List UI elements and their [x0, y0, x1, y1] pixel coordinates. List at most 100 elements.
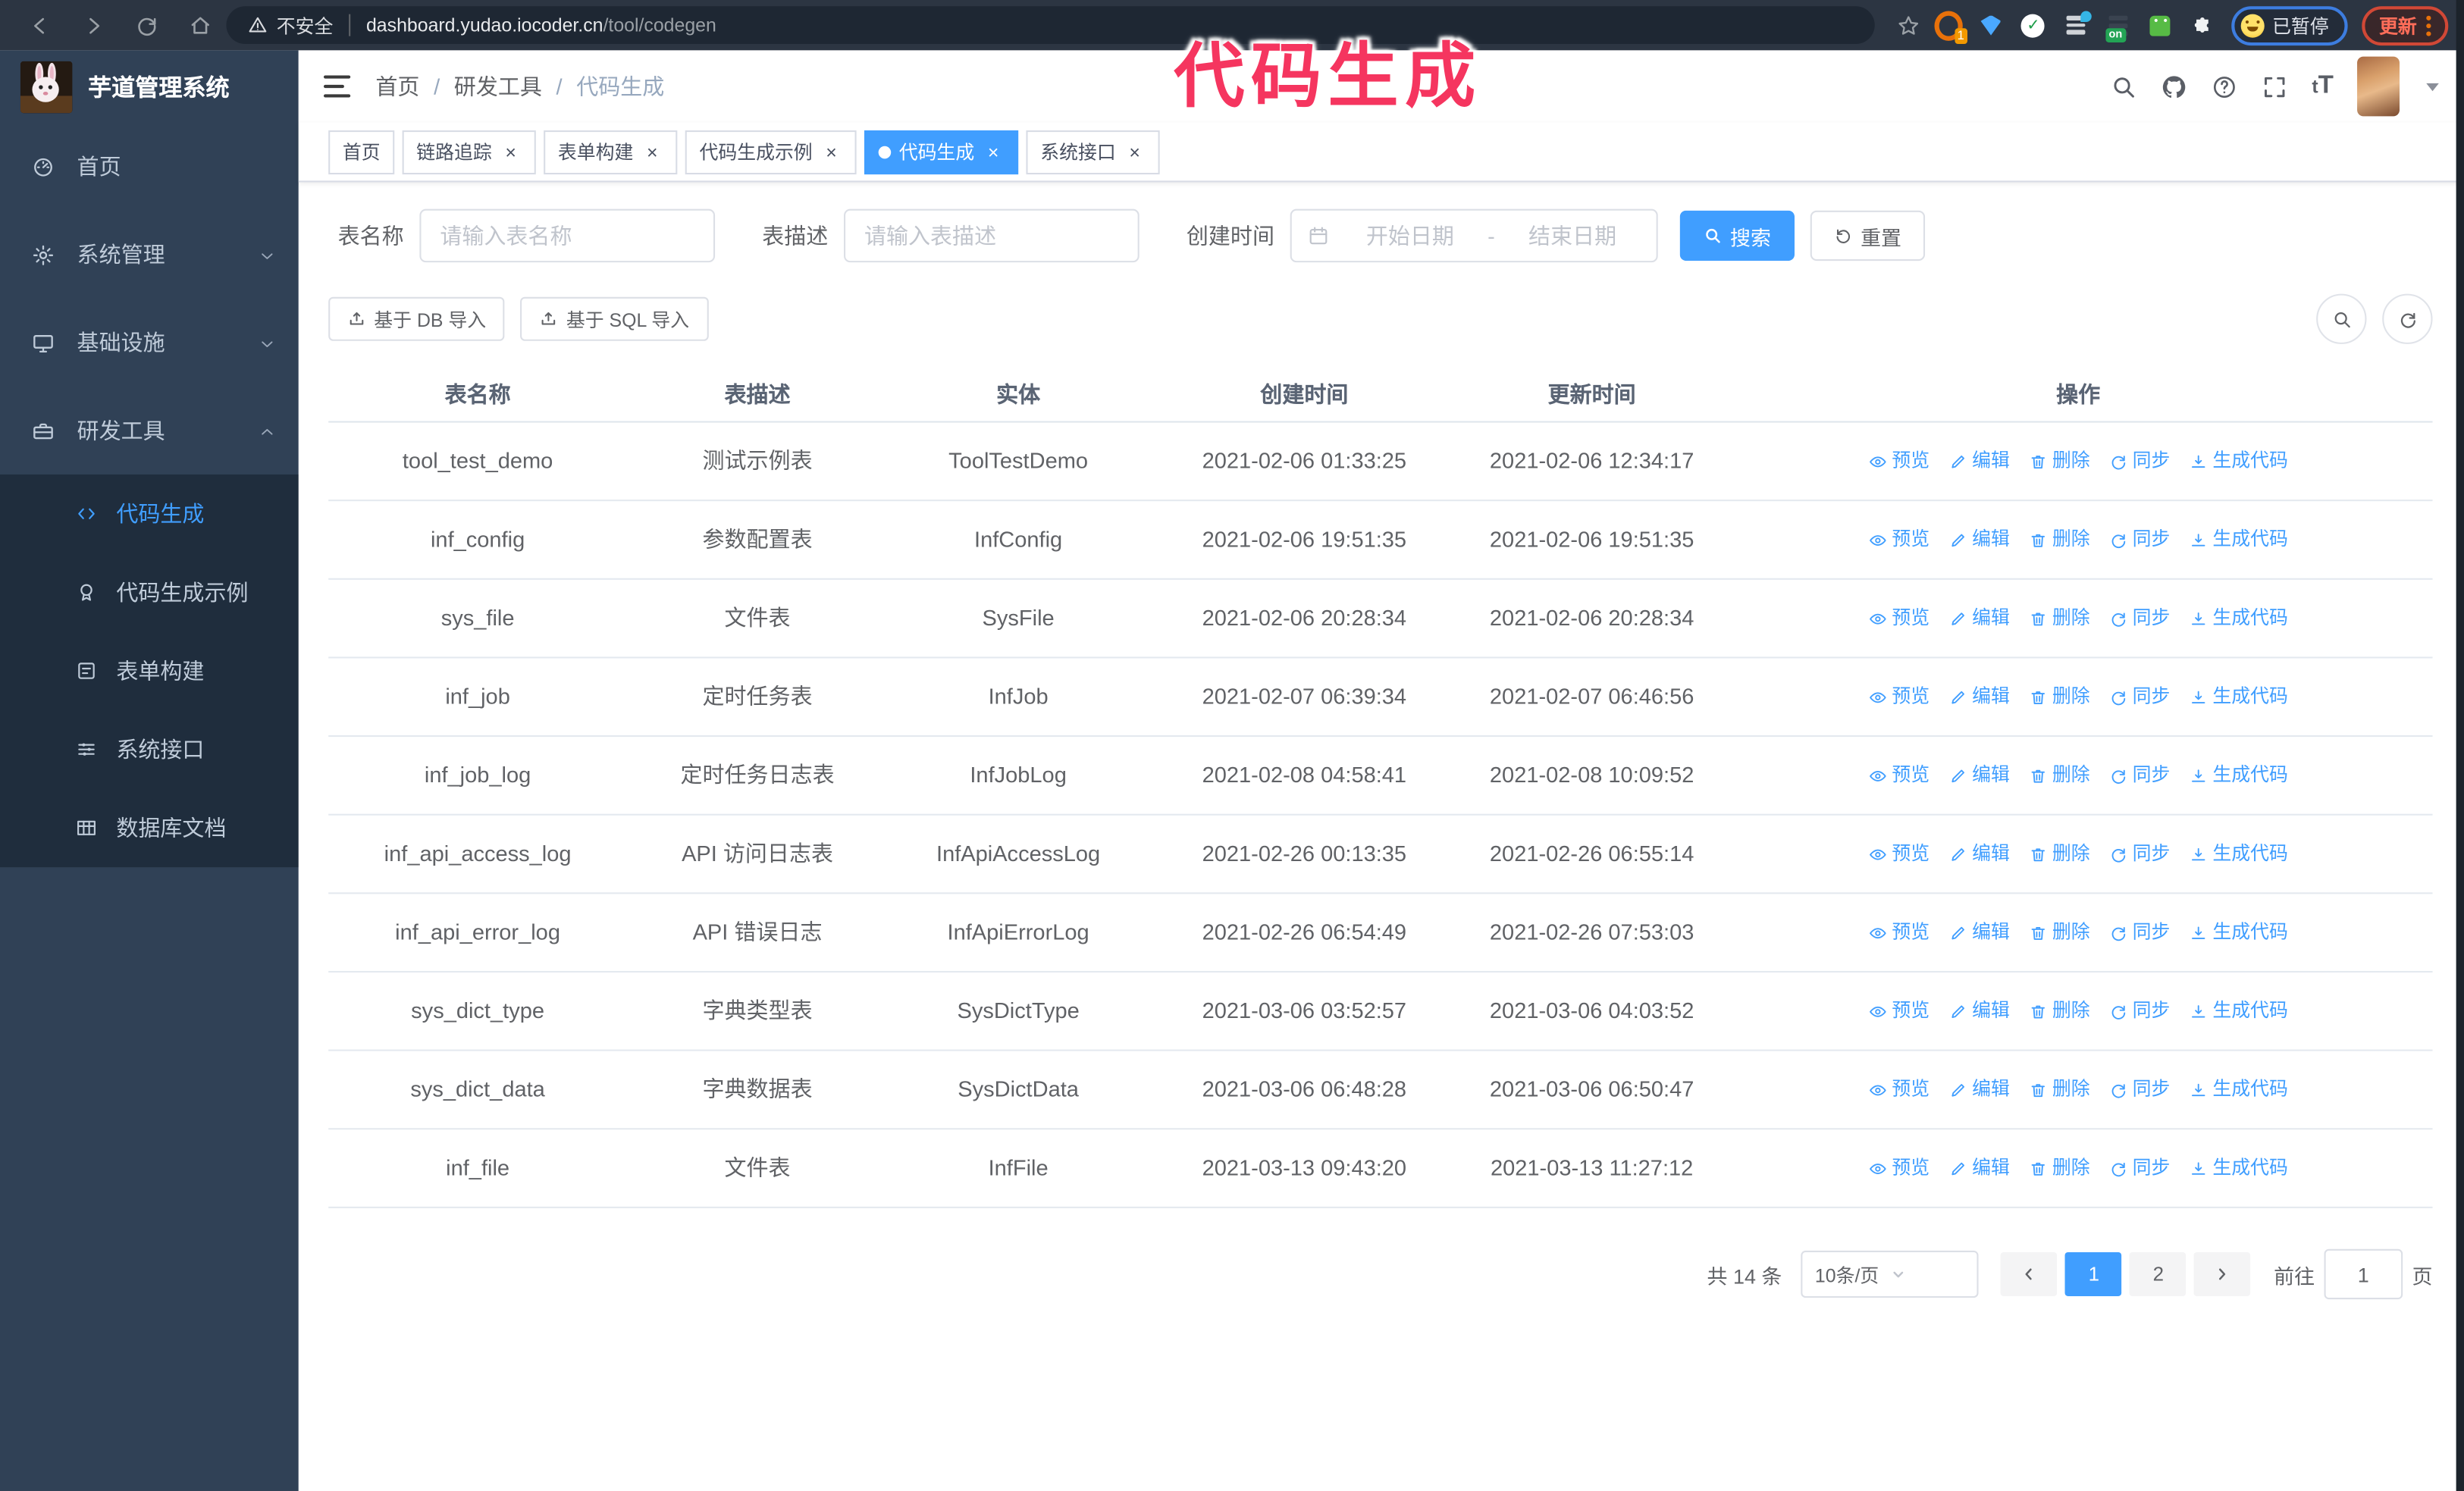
action-preview[interactable]: 预览 [1868, 1153, 1930, 1182]
action-edit[interactable]: 编辑 [1948, 760, 2010, 790]
fullscreen-icon[interactable] [2262, 73, 2288, 99]
address-bar[interactable]: 不安全 dashboard.yudao.iocoder.cn/tool/code… [226, 6, 1875, 45]
sidebar-item-系统管理[interactable]: 系统管理 [0, 211, 299, 299]
action-preview[interactable]: 预览 [1868, 682, 1930, 712]
end-date-placeholder[interactable]: 结束日期 [1504, 220, 1641, 251]
action-preview[interactable]: 预览 [1868, 1075, 1930, 1104]
browser-back-icon[interactable] [25, 11, 53, 39]
font-size-icon[interactable]: tT [2312, 72, 2334, 100]
sidebar-item-首页[interactable]: 首页 [0, 123, 299, 211]
action-generate-code[interactable]: 生成代码 [2189, 996, 2288, 1026]
sidebar-item-代码生成[interactable]: 代码生成 [0, 475, 299, 553]
table-name-input[interactable] [419, 208, 716, 263]
page-button-2[interactable]: 2 [2130, 1251, 2187, 1296]
action-edit[interactable]: 编辑 [1948, 996, 2010, 1026]
action-sync[interactable]: 同步 [2109, 917, 2170, 947]
recorder-paused-pill[interactable]: 已暂停 [2231, 5, 2348, 45]
tag-系统接口[interactable]: 系统接口 × [1026, 129, 1160, 174]
action-generate-code[interactable]: 生成代码 [2189, 603, 2288, 633]
action-sync[interactable]: 同步 [2109, 760, 2170, 790]
action-delete[interactable]: 删除 [2029, 1075, 2090, 1104]
action-generate-code[interactable]: 生成代码 [2189, 760, 2288, 790]
action-generate-code[interactable]: 生成代码 [2189, 917, 2288, 947]
action-edit[interactable]: 编辑 [1948, 917, 2010, 947]
close-icon[interactable]: × [820, 141, 842, 163]
close-icon[interactable]: × [983, 141, 1005, 163]
action-edit[interactable]: 编辑 [1948, 682, 2010, 712]
breadcrumb-item[interactable]: 首页 [375, 70, 419, 102]
page-size-select[interactable]: 10条/页 [1801, 1250, 1979, 1298]
extension-sliders-icon[interactable] [2061, 11, 2092, 39]
action-edit[interactable]: 编辑 [1948, 839, 2010, 869]
action-preview[interactable]: 预览 [1868, 525, 1930, 554]
search-button[interactable]: 搜索 [1679, 210, 1795, 262]
db-import-button[interactable]: 基于 DB 导入 [328, 296, 506, 341]
sidebar-item-数据库文档[interactable]: 数据库文档 [0, 788, 299, 867]
action-delete[interactable]: 删除 [2029, 1153, 2090, 1182]
breadcrumb-item[interactable]: 研发工具 [454, 70, 542, 102]
tag-代码生成示例[interactable]: 代码生成示例 × [685, 129, 857, 174]
action-delete[interactable]: 删除 [2029, 682, 2090, 712]
action-preview[interactable]: 预览 [1868, 996, 1930, 1026]
action-sync[interactable]: 同步 [2109, 525, 2170, 554]
refresh-table-button[interactable] [2382, 293, 2433, 344]
prev-page-button[interactable] [2001, 1251, 2058, 1296]
sidebar-item-代码生成示例[interactable]: 代码生成示例 [0, 553, 299, 632]
hamburger-icon[interactable] [323, 75, 351, 98]
action-preview[interactable]: 预览 [1868, 917, 1930, 947]
action-edit[interactable]: 编辑 [1948, 525, 2010, 554]
toggle-search-button[interactable] [2316, 293, 2367, 344]
goto-page-input[interactable] [2324, 1248, 2403, 1300]
page-button-1[interactable]: 1 [2065, 1251, 2123, 1296]
action-delete[interactable]: 删除 [2029, 446, 2090, 476]
action-sync[interactable]: 同步 [2109, 446, 2170, 476]
bookmark-star-icon[interactable] [1897, 12, 1920, 39]
action-generate-code[interactable]: 生成代码 [2189, 446, 2288, 476]
tag-首页[interactable]: 首页 [328, 129, 395, 174]
action-edit[interactable]: 编辑 [1948, 1153, 2010, 1182]
action-delete[interactable]: 删除 [2029, 996, 2090, 1026]
extensions-puzzle-icon[interactable] [2189, 11, 2217, 39]
action-preview[interactable]: 预览 [1868, 603, 1930, 633]
close-icon[interactable]: × [641, 141, 663, 163]
action-preview[interactable]: 预览 [1868, 446, 1930, 476]
action-generate-code[interactable]: 生成代码 [2189, 682, 2288, 712]
action-generate-code[interactable]: 生成代码 [2189, 1075, 2288, 1104]
action-sync[interactable]: 同步 [2109, 682, 2170, 712]
action-preview[interactable]: 预览 [1868, 760, 1930, 790]
user-menu-caret-icon[interactable] [2426, 82, 2439, 91]
browser-home-icon[interactable] [186, 11, 214, 39]
sidebar-item-研发工具[interactable]: 研发工具 [0, 387, 299, 475]
tag-代码生成[interactable]: 代码生成 × [864, 129, 1019, 174]
tag-链路追踪[interactable]: 链路追踪 × [402, 129, 536, 174]
date-range-picker[interactable]: 开始日期 - 结束日期 [1290, 208, 1658, 263]
reset-button[interactable]: 重置 [1810, 210, 1926, 262]
action-generate-code[interactable]: 生成代码 [2189, 839, 2288, 869]
action-edit[interactable]: 编辑 [1948, 446, 2010, 476]
tag-表单构建[interactable]: 表单构建 × [544, 129, 678, 174]
extension-switch-icon[interactable]: on [2104, 11, 2132, 42]
help-icon[interactable] [2212, 73, 2238, 99]
sidebar-item-基础设施[interactable]: 基础设施 [0, 299, 299, 387]
extension-reading-icon[interactable]: 1 [1934, 10, 1967, 45]
action-sync[interactable]: 同步 [2109, 996, 2170, 1026]
action-delete[interactable]: 删除 [2029, 525, 2090, 554]
action-delete[interactable]: 删除 [2029, 917, 2090, 947]
action-generate-code[interactable]: 生成代码 [2189, 1153, 2288, 1182]
action-delete[interactable]: 删除 [2029, 760, 2090, 790]
action-delete[interactable]: 删除 [2029, 839, 2090, 869]
app-logo[interactable]: 芋道管理系统 [0, 50, 299, 122]
action-delete[interactable]: 删除 [2029, 603, 2090, 633]
browser-reload-icon[interactable] [132, 11, 160, 39]
search-icon[interactable] [2111, 73, 2137, 99]
sql-import-button[interactable]: 基于 SQL 导入 [520, 296, 708, 341]
sidebar-item-系统接口[interactable]: 系统接口 [0, 710, 299, 789]
browser-forward-icon[interactable] [79, 11, 107, 39]
extension-robot-icon[interactable] [2146, 11, 2174, 39]
github-icon[interactable] [2161, 73, 2187, 99]
action-edit[interactable]: 编辑 [1948, 1075, 2010, 1104]
action-preview[interactable]: 预览 [1868, 839, 1930, 869]
browser-update-button[interactable]: 更新 [2362, 5, 2449, 45]
close-icon[interactable]: × [1124, 141, 1146, 163]
action-sync[interactable]: 同步 [2109, 1075, 2170, 1104]
